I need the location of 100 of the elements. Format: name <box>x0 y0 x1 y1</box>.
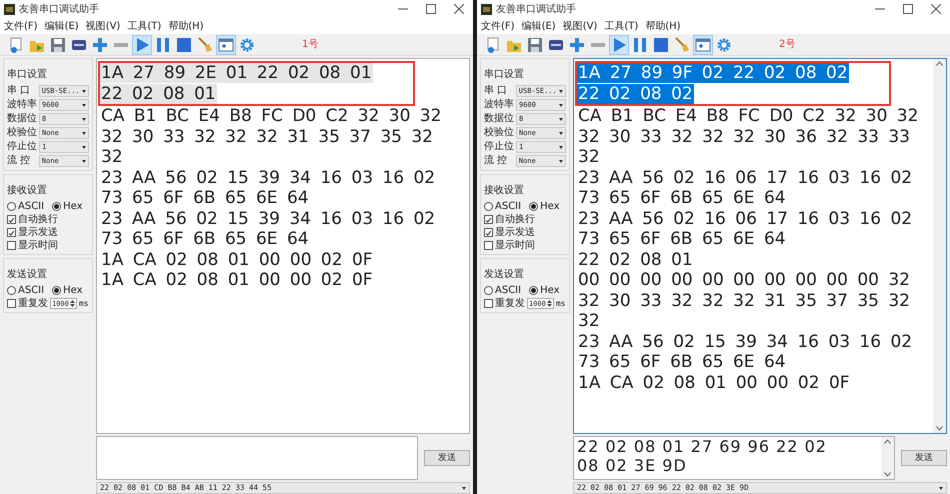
pause-icon <box>155 36 171 52</box>
unit-label: ms <box>78 298 88 310</box>
menu-item[interactable]: 视图(V) <box>562 18 598 34</box>
plus-icon <box>92 36 108 52</box>
radio-button[interactable] <box>484 202 493 211</box>
checkbox[interactable] <box>7 241 16 250</box>
received-line: 32 30 33 32 32 32 31 35 37 35 32 <box>577 290 911 310</box>
group-title: 串口设置 <box>7 69 47 81</box>
field-label: 波特率 <box>484 99 514 111</box>
window-title: 友善串口调试助手 <box>496 2 576 16</box>
radio-label: Hex <box>540 284 560 296</box>
radio-button[interactable] <box>529 202 538 211</box>
caret-icon <box>82 146 86 148</box>
radio-label: Hex <box>540 200 560 212</box>
checkbox[interactable] <box>7 299 16 308</box>
send-text-line: 22 02 08 01 27 69 96 22 02 <box>577 437 828 456</box>
field-label: 校验位 <box>484 127 514 139</box>
received-line: 73 65 6F 6B 65 6E 64 <box>100 229 310 249</box>
field-label: 串 口 <box>484 85 508 97</box>
received-line: 32 <box>100 147 124 167</box>
caret-icon <box>462 486 466 490</box>
unit-label: ms <box>556 298 566 310</box>
checkbox[interactable] <box>7 215 16 224</box>
send-textbox[interactable]: 22 02 08 01 27 69 96 22 02 08 02 3E 9D <box>573 436 895 480</box>
checkbox[interactable] <box>484 299 493 308</box>
caret-icon <box>82 118 86 120</box>
radio-button[interactable] <box>52 286 62 295</box>
group-title: 接收设置 <box>7 185 47 197</box>
receive-textbox[interactable] <box>96 58 470 434</box>
checkbox[interactable] <box>484 215 493 224</box>
menu-item[interactable]: 工具(T) <box>127 18 162 34</box>
spinner-arrows-icon <box>546 299 552 308</box>
radio-button[interactable] <box>7 202 16 211</box>
radio-label: ASCII <box>495 284 522 296</box>
received-line: 32 <box>577 147 601 167</box>
scrollbar[interactable] <box>881 437 894 479</box>
received-line: 23 AA 56 02 15 39 34 16 03 16 02 <box>577 332 914 352</box>
window-title: 友善串口调试助手 <box>19 2 99 16</box>
caret-icon <box>559 118 563 120</box>
menu-item[interactable]: 编辑(E) <box>44 18 79 34</box>
received-line: CA B1 BC E4 B8 FC D0 C2 32 30 32 <box>100 106 442 126</box>
play-button[interactable] <box>609 34 629 54</box>
field-label: 数据位 <box>7 113 37 125</box>
caret-icon <box>939 486 943 490</box>
receive-textbox[interactable] <box>573 58 947 434</box>
checkbox-label: 显示时间 <box>495 240 535 252</box>
spinner-arrows-icon <box>70 299 75 308</box>
checkbox[interactable] <box>484 228 493 237</box>
menu-item[interactable]: 编辑(E) <box>522 18 556 34</box>
radio-button[interactable] <box>7 286 16 295</box>
received-line: CA B1 BC E4 B8 FC D0 C2 32 30 32 <box>577 106 920 126</box>
play-icon <box>134 36 150 52</box>
received-line: 73 65 6F 6B 65 6E 64 <box>577 352 787 372</box>
checkbox-label: 显示发送 <box>18 226 58 238</box>
group-title: 串口设置 <box>484 69 524 81</box>
document-icon <box>8 36 24 52</box>
radio-button[interactable] <box>484 286 493 295</box>
stop-icon <box>176 36 192 52</box>
window-button[interactable] <box>216 34 236 54</box>
checkbox[interactable] <box>484 241 493 250</box>
window-button[interactable] <box>693 34 713 54</box>
window-icon <box>218 36 234 52</box>
document-icon <box>485 36 501 52</box>
app-icon <box>4 4 15 14</box>
radio-label: ASCII <box>18 284 44 296</box>
send-button[interactable]: 发送 <box>901 450 947 466</box>
minus-icon <box>114 42 128 46</box>
group-title: 发送设置 <box>7 269 47 281</box>
received-line: 23 AA 56 02 16 06 17 16 03 16 02 <box>577 208 914 228</box>
menu-item[interactable]: 帮助(H) <box>168 18 204 34</box>
menu-item[interactable]: 工具(T) <box>604 18 638 34</box>
checkbox-label: 自动换行 <box>18 214 58 226</box>
stop-icon <box>653 36 669 52</box>
maximize-icon <box>426 4 436 14</box>
checkbox-label: 显示发送 <box>495 226 535 238</box>
received-line: 1A CA 02 08 01 00 00 02 0F <box>100 250 374 270</box>
settings-icon <box>716 36 732 52</box>
radio-label: ASCII <box>18 200 44 212</box>
menu-item[interactable]: 帮助(H) <box>645 18 681 34</box>
group-title: 发送设置 <box>484 269 524 281</box>
menu-item[interactable]: 文件(F) <box>481 18 515 34</box>
radio-button[interactable] <box>52 202 62 211</box>
field-label: 流 控 <box>484 155 508 167</box>
broom-icon <box>674 36 690 52</box>
send-button[interactable]: 发送 <box>424 450 470 466</box>
play-button[interactable] <box>132 34 152 54</box>
field-label: 停止位 <box>7 141 37 153</box>
received-line: 00 00 00 00 00 00 00 00 00 00 32 <box>577 270 911 290</box>
menu-item[interactable]: 文件(F) <box>4 18 38 34</box>
radio-button[interactable] <box>529 286 538 295</box>
scrollbar[interactable] <box>933 59 946 433</box>
radio-label: Hex <box>63 284 82 296</box>
received-line: 23 AA 56 02 15 39 34 16 03 16 02 <box>100 208 436 228</box>
caret-icon <box>559 104 563 106</box>
checkbox-label: 重复发 <box>18 298 48 310</box>
group-title: 接收设置 <box>484 185 524 197</box>
field-label: 校验位 <box>7 127 37 139</box>
menu-item[interactable]: 视图(V) <box>86 18 120 34</box>
checkbox[interactable] <box>7 228 16 237</box>
received-line: 1A CA 02 08 01 00 00 02 0F <box>100 270 374 290</box>
